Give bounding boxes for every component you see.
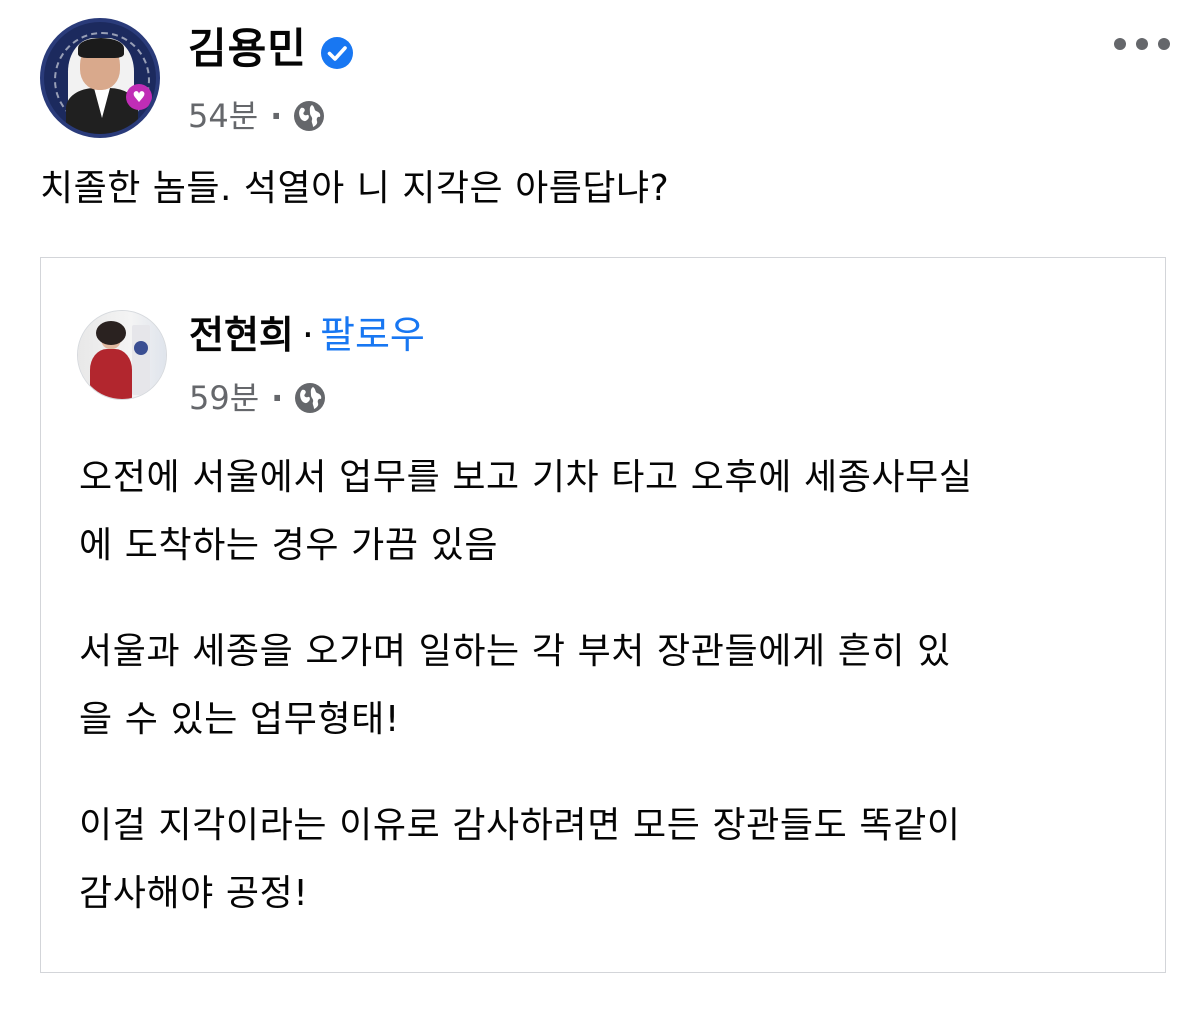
more-options-icon[interactable] — [1110, 30, 1174, 58]
shared-author-name[interactable]: 전현희 — [189, 313, 294, 357]
shared-paragraph: 서울과 세종을 오가며 일하는 각 부처 장관들에게 흔히 있 을 수 있는 업… — [79, 618, 1139, 754]
heart-icon: ♥ — [126, 84, 152, 110]
shared-post-timestamp[interactable]: 59분 — [189, 378, 259, 418]
name-separator: · — [301, 313, 314, 357]
verified-badge-icon — [321, 37, 353, 69]
post-body-text: 치졸한 놈들. 석열아 니 지각은 아름답냐? — [40, 168, 670, 209]
shared-paragraph: 오전에 서울에서 업무를 보고 기차 타고 오후에 세종사무실 에 도착하는 경… — [79, 444, 1139, 580]
meta-separator: · — [271, 379, 284, 417]
shared-post-body: 오전에 서울에서 업무를 보고 기차 타고 오후에 세종사무실 에 도착하는 경… — [79, 444, 1139, 966]
shared-paragraph-line: 오전에 서울에서 업무를 보고 기차 타고 오후에 세종사무실 — [79, 457, 973, 498]
author-name[interactable]: 김용민 — [188, 24, 307, 74]
globe-icon[interactable] — [293, 381, 327, 415]
shared-author-avatar[interactable] — [77, 310, 167, 400]
follow-button[interactable]: 팔로우 — [320, 313, 425, 357]
globe-icon[interactable] — [292, 99, 326, 133]
shared-paragraph-line: 을 수 있는 업무형태! — [79, 699, 400, 740]
shared-paragraph-line: 서울과 세종을 오가며 일하는 각 부처 장관들에게 흔히 있 — [79, 631, 951, 672]
shared-paragraph-line: 이걸 지각이라는 이유로 감사하려면 모든 장관들도 똑같이 — [79, 805, 961, 846]
shared-paragraph-line: 감사해야 공정! — [79, 873, 309, 914]
meta-separator: · — [270, 97, 283, 135]
post-meta: 54분 · — [188, 96, 326, 136]
shared-author-header: 전현희 · 팔로우 — [189, 312, 425, 358]
shared-post-card[interactable]: 전현희 · 팔로우 59분 · 오전에 서울에서 업무를 보고 기차 타고 오후에 … — [40, 257, 1166, 973]
shared-paragraph: 이걸 지각이라는 이유로 감사하려면 모든 장관들도 똑같이 감사해야 공정! — [79, 792, 1139, 928]
author-avatar[interactable]: ♥ — [40, 18, 160, 138]
facebook-post: ♥ 김용민 54분 · 치졸한 놈들. 석열아 니 지각은 아름답냐? 전현희 … — [0, 0, 1200, 1014]
post-timestamp[interactable]: 54분 — [188, 96, 258, 136]
shared-paragraph-line: 에 도착하는 경우 가끔 있음 — [79, 525, 499, 566]
shared-post-meta: 59분 · — [189, 378, 327, 418]
